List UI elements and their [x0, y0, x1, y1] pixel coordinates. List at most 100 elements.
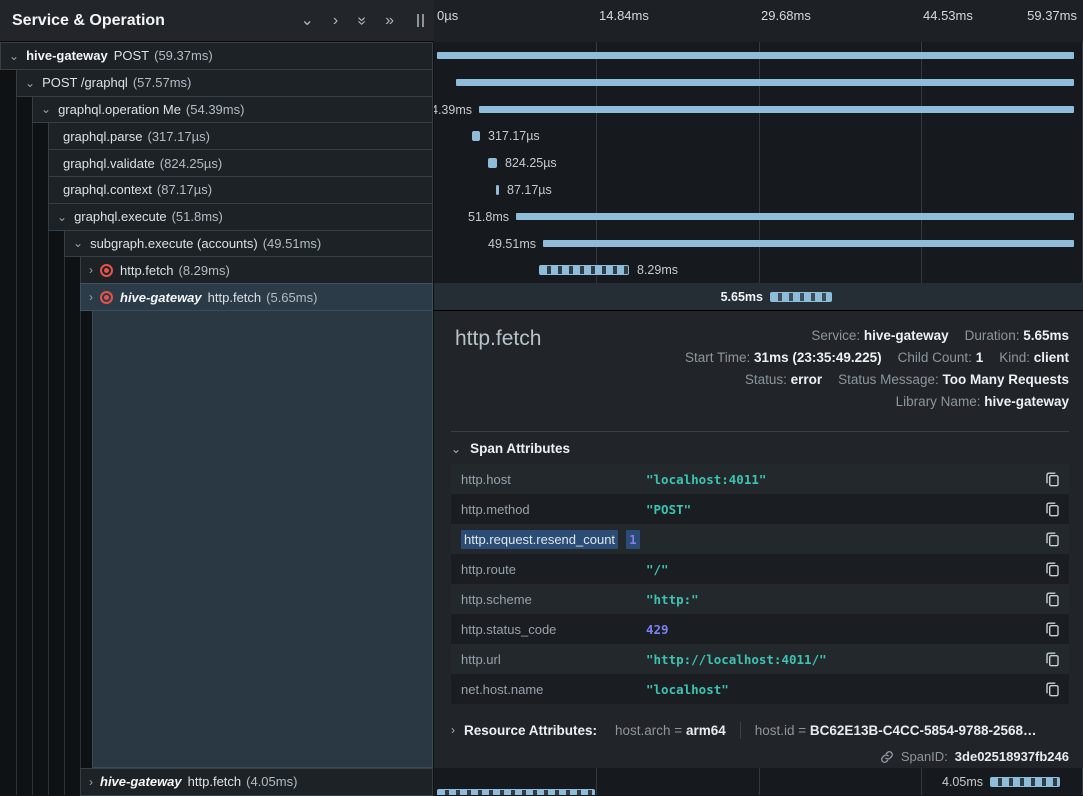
span-duration: (8.29ms) [178, 263, 229, 278]
attribute-row: net.host.name"localhost" [451, 674, 1069, 704]
tree-header-toolbar: ⌄ › » » [300, 13, 424, 29]
attribute-key: http.method [461, 502, 646, 517]
attribute-key: http.route [461, 562, 646, 577]
spanid-value: 3de02518937fb246 [955, 749, 1069, 764]
chevron-right-icon[interactable]: › [333, 13, 338, 29]
tree-row[interactable]: graphql.parse(317.17µs) [48, 122, 433, 150]
link-icon[interactable] [880, 750, 894, 764]
copy-icon[interactable] [1046, 562, 1059, 577]
span-attributes-section-header[interactable]: ⌄ Span Attributes [451, 441, 570, 456]
chevron-down-icon[interactable]: ⌄ [73, 236, 83, 250]
bar-duration-label: 51.8ms [468, 210, 509, 224]
span-duration-bar[interactable] [472, 131, 480, 141]
span-detail-title: http.fetch [455, 327, 541, 351]
bar-duration-label: 824.25µs [505, 156, 557, 170]
span-detail-panel: http.fetch Service: hive-gatewayDuration… [434, 310, 1083, 768]
tree-row[interactable]: ›http.fetch(8.29ms) [80, 256, 433, 284]
span-label: graphql.parse [63, 129, 143, 144]
tree-row[interactable]: ⌄hive-gatewayPOST(59.37ms) [0, 42, 433, 70]
copy-icon[interactable] [1046, 592, 1059, 607]
indent-guide [32, 96, 33, 795]
span-attributes-title: Span Attributes [470, 441, 570, 456]
indent-guide [80, 257, 81, 795]
bar-duration-label: 8.29ms [637, 263, 678, 277]
resource-attributes-section-header[interactable]: › Resource Attributes: host.arch = arm64… [451, 714, 1069, 746]
timeline-row: 49.51ms [434, 230, 1083, 257]
chevron-down-icon[interactable]: ⌄ [41, 102, 51, 116]
service-name: hive-gateway [120, 290, 202, 305]
timeline-row: 51.8ms [434, 203, 1083, 230]
copy-icon[interactable] [1046, 682, 1059, 697]
copy-icon[interactable] [1046, 622, 1059, 637]
span-duration-bar[interactable] [479, 106, 1074, 113]
span-duration: (5.65ms) [266, 290, 317, 305]
copy-icon[interactable] [1046, 502, 1059, 517]
attribute-value: "/" [646, 562, 669, 577]
copy-icon[interactable] [1046, 652, 1059, 667]
span-duration-bar[interactable] [488, 158, 497, 168]
timeline-row: 824.25µs [434, 149, 1083, 176]
chevron-right-icon[interactable]: › [89, 263, 93, 277]
meta-field: Library Name: hive-gateway [896, 394, 1069, 409]
service-name: hive-gateway [100, 774, 182, 789]
tree-row[interactable]: graphql.context(87.17µs) [48, 176, 433, 204]
resource-attribute: host.id = BC62E13B-C4CC-5854-9788-2568… [755, 723, 1037, 738]
double-chevron-down-icon[interactable]: » [354, 16, 370, 25]
meta-field: Status: error [745, 372, 822, 387]
copy-icon[interactable] [1046, 472, 1059, 487]
span-duration-bar[interactable] [990, 777, 1060, 787]
span-duration-bar[interactable] [770, 292, 832, 302]
timeline-row: 8.29ms [434, 256, 1083, 283]
span-duration-bar[interactable] [496, 185, 499, 195]
span-duration: (54.39ms) [186, 102, 245, 117]
tree-row[interactable]: ⌄subgraph.execute (accounts)(49.51ms) [64, 230, 433, 258]
spanid-label: SpanID: [901, 749, 948, 764]
span-duration-bar[interactable] [456, 79, 1074, 86]
span-duration-bar[interactable] [543, 240, 1074, 247]
panel-resize-handle[interactable] [417, 14, 424, 27]
span-label: graphql.execute [74, 209, 167, 224]
chevron-right-icon[interactable]: › [89, 290, 93, 304]
span-label: http.fetch [188, 774, 241, 789]
tree-row[interactable]: ⌄POST /graphql(57.57ms) [16, 69, 433, 97]
chevron-down-icon[interactable]: ⌄ [9, 49, 19, 63]
tree-row[interactable]: graphql.validate(824.25µs) [48, 149, 433, 177]
span-duration: (87.17µs) [157, 182, 212, 197]
span-duration-bar[interactable] [539, 265, 629, 275]
resource-attributes-preview: host.arch = arm64 host.id = BC62E13B-C4CC… [615, 722, 1037, 739]
span-duration: (57.57ms) [133, 75, 192, 90]
chevron-down-icon: ⌄ [451, 442, 461, 456]
attribute-key: http.scheme [461, 592, 646, 607]
resource-attribute: host.arch = arm64 [615, 723, 726, 738]
bar-duration-label: 4.05ms [942, 775, 983, 789]
resource-attributes-title: Resource Attributes: [464, 723, 597, 738]
timeline-row: 5.65ms [434, 283, 1083, 310]
chevron-down-icon[interactable]: ⌄ [57, 210, 67, 224]
copy-icon[interactable] [1046, 532, 1059, 547]
span-duration-bar[interactable] [437, 52, 1074, 59]
attribute-key: http.url [461, 652, 646, 667]
timeline-row [434, 42, 1083, 69]
attribute-row: http.status_code429 [451, 614, 1069, 644]
span-label: subgraph.execute (accounts) [90, 236, 258, 251]
meta-field: Duration: 5.65ms [965, 328, 1069, 343]
double-chevron-right-icon[interactable]: » [385, 13, 394, 29]
span-duration-bar[interactable] [437, 789, 595, 795]
timeline-row: 317.17µs [434, 122, 1083, 149]
chevron-right-icon: › [451, 723, 455, 737]
span-label: http.fetch [208, 290, 261, 305]
tree-row[interactable]: ⌄graphql.execute(51.8ms) [48, 203, 433, 231]
span-duration-bar[interactable] [516, 213, 1074, 220]
span-label: POST [114, 48, 149, 63]
chevron-down-icon[interactable]: ⌄ [25, 76, 35, 90]
tree-row[interactable]: ›hive-gatewayhttp.fetch(4.05ms) [80, 768, 433, 796]
span-meta: Service: hive-gatewayDuration: 5.65msSta… [685, 325, 1069, 413]
span-id-footer: SpanID: 3de02518937fb246 [880, 749, 1069, 764]
error-icon [100, 264, 113, 277]
attribute-row: http.host"localhost:4011" [451, 464, 1069, 494]
tree-row[interactable]: ⌄graphql.operation Me(54.39ms) [32, 96, 433, 124]
tree-row[interactable]: › hive-gateway http.fetch (5.65ms) [80, 283, 433, 311]
chevron-right-icon[interactable]: › [89, 775, 93, 789]
chevron-down-icon[interactable]: ⌄ [300, 13, 313, 29]
indent-guide [16, 69, 17, 795]
